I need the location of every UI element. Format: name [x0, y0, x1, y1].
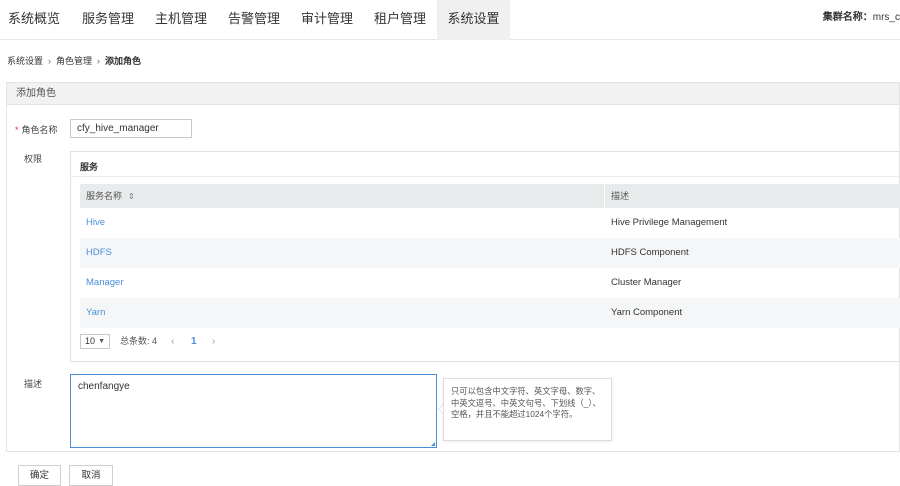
tab-tenant-management[interactable]: 租户管理	[370, 0, 430, 40]
tooltip-arrow-inner	[439, 405, 443, 413]
cluster-name-label: 集群名称：	[822, 12, 873, 23]
breadcrumb-separator: ›	[97, 56, 101, 66]
column-divider	[604, 184, 605, 208]
cluster-name-value: mrs_c	[872, 12, 900, 23]
resize-handle-icon[interactable]	[431, 442, 435, 446]
column-service-name[interactable]: 服务名称 ⇕	[86, 184, 135, 209]
description-textarea[interactable]: chenfangye	[70, 374, 437, 448]
required-mark: *	[15, 125, 19, 135]
page-size-value: 10	[85, 336, 96, 346]
breadcrumb-system-settings[interactable]: 系统设置	[7, 56, 43, 66]
role-name-input[interactable]: cfy_hive_manager	[70, 119, 192, 138]
role-name-label-text: 角色名称	[21, 125, 58, 135]
divider	[71, 176, 899, 177]
tab-service-management[interactable]: 服务管理	[78, 0, 138, 40]
service-desc: Cluster Manager	[611, 277, 682, 288]
service-link-hdfs[interactable]: HDFS	[86, 238, 112, 268]
breadcrumb-role-management[interactable]: 角色管理	[56, 56, 92, 66]
total-count: 总条数: 4	[120, 336, 158, 346]
table-header: 服务名称 ⇕ 描述	[80, 184, 900, 208]
panel-title: 添加角色	[7, 83, 899, 105]
service-link-manager[interactable]: Manager	[86, 268, 124, 298]
table-row[interactable]: HDFS HDFS Component	[80, 238, 900, 268]
services-table: 服务名称 ⇕ 描述 Hive Hive Privilege Management …	[80, 184, 900, 328]
chevron-down-icon: ▼	[98, 338, 105, 345]
breadcrumb: 系统设置 › 角色管理 › 添加角色	[7, 54, 141, 67]
table-row[interactable]: Yarn Yarn Component	[80, 298, 900, 328]
prev-page-button[interactable]: ‹	[171, 334, 174, 349]
sort-icon[interactable]: ⇕	[128, 192, 135, 201]
description-value: chenfangye	[78, 381, 130, 392]
column-description: 描述	[611, 191, 630, 201]
service-link-hive[interactable]: Hive	[86, 208, 105, 238]
confirm-button[interactable]: 确定	[18, 465, 61, 486]
services-title: 服务	[80, 162, 99, 172]
cancel-button[interactable]: 取消	[69, 465, 113, 486]
permission-label: 权限	[24, 154, 43, 164]
tab-host-management[interactable]: 主机管理	[151, 0, 211, 40]
cluster-name: 集群名称：mrs_c	[823, 8, 900, 23]
breadcrumb-add-role: 添加角色	[105, 56, 142, 66]
service-desc: Yarn Component	[611, 307, 683, 318]
page-number-button[interactable]: 1	[191, 334, 197, 349]
tab-audit-management[interactable]: 审计管理	[297, 0, 357, 40]
description-tooltip: 只可以包含中文字符、英文字母、数字、中英文逗号、中英文句号、下划线（_）、空格，…	[443, 378, 612, 441]
next-page-button[interactable]: ›	[212, 334, 215, 349]
table-row[interactable]: Manager Cluster Manager	[80, 268, 900, 298]
breadcrumb-separator: ›	[48, 56, 52, 66]
column-service-name-label: 服务名称	[86, 191, 123, 201]
description-label: 描述	[24, 379, 43, 389]
service-desc: HDFS Component	[611, 247, 689, 258]
tab-system-settings[interactable]: 系统设置	[437, 0, 510, 40]
tab-system-overview[interactable]: 系统概览	[4, 0, 64, 40]
table-row[interactable]: Hive Hive Privilege Management	[80, 208, 900, 238]
role-name-label: * 角色名称	[15, 123, 58, 136]
service-link-yarn[interactable]: Yarn	[86, 298, 105, 328]
page-size-select[interactable]: 10 ▼	[80, 334, 110, 349]
tab-alarm-management[interactable]: 告警管理	[224, 0, 284, 40]
top-nav: 系统概览 服务管理 主机管理 告警管理 审计管理 租户管理 系统设置 集群名称：…	[0, 0, 900, 40]
service-desc: Hive Privilege Management	[611, 217, 728, 228]
